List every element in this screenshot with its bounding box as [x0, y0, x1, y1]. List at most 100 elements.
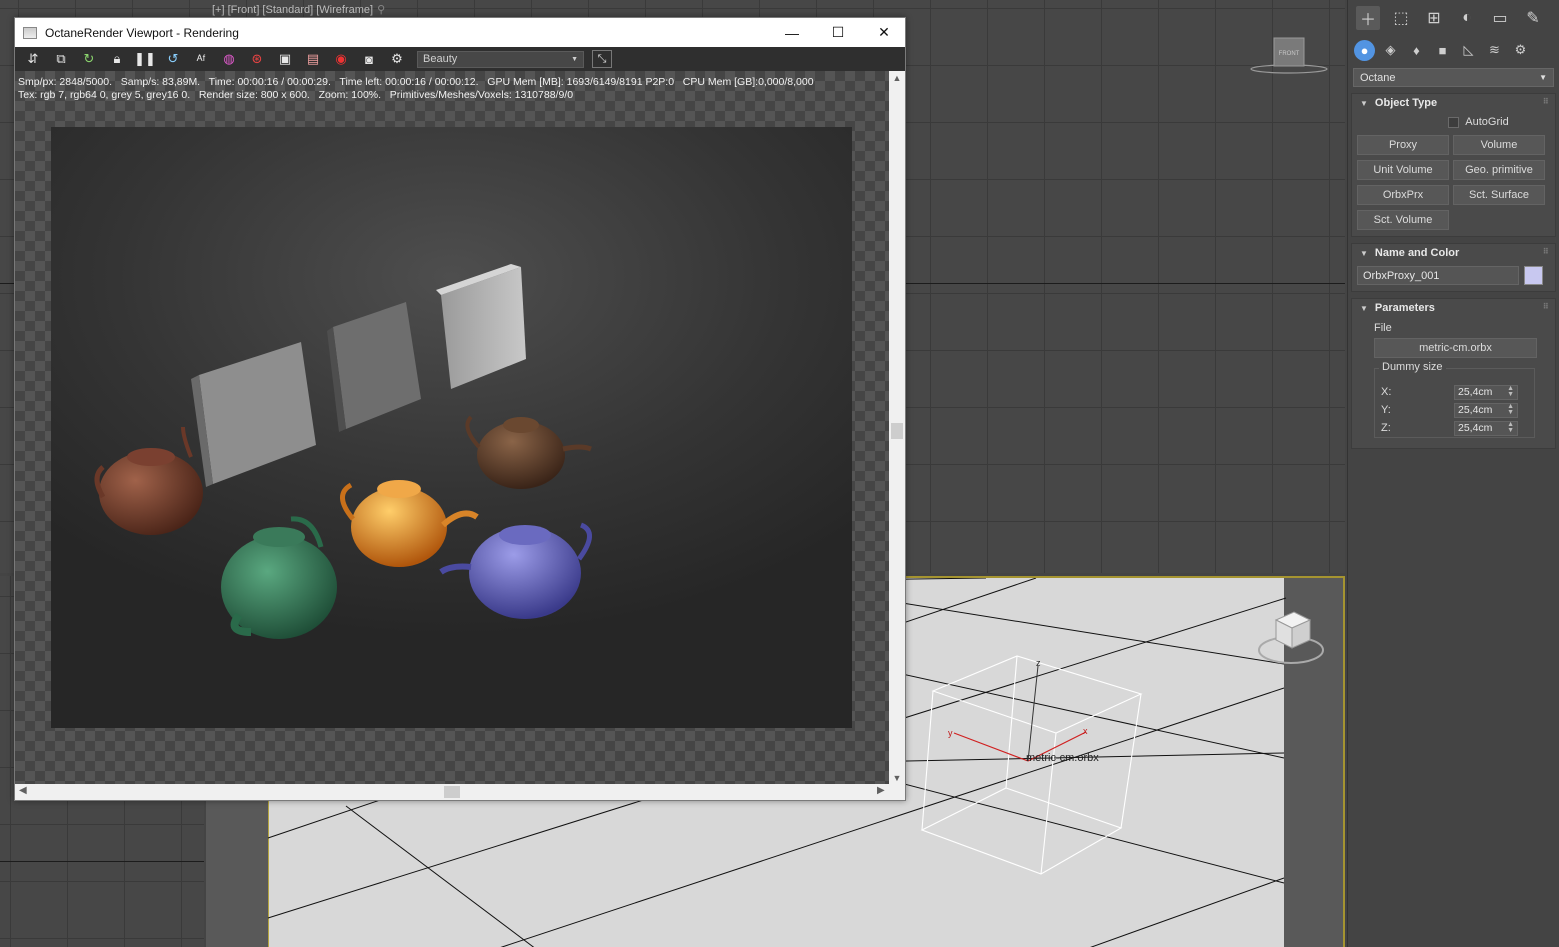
render-pass-select[interactable]: Beauty ▼ — [417, 50, 584, 68]
dummy-size-group: Dummy size X: 25,4cm ▲ ▼ Y: 25,4cm ▲ ▼ Z: 25… — [1374, 361, 1535, 438]
collapse-triangle-icon: ▼ — [1360, 98, 1368, 108]
camera-icon[interactable]: ◙ — [355, 48, 383, 70]
sct-volume-button[interactable]: Sct. Volume — [1357, 210, 1449, 230]
spinner-arrows-icon[interactable]: ▲ ▼ — [1507, 403, 1514, 416]
dummy-size-title: Dummy size — [1379, 361, 1446, 373]
rendered-image — [51, 127, 852, 728]
orbxprx-button[interactable]: OrbxPrx — [1357, 185, 1449, 205]
rendered-scene — [94, 264, 592, 639]
world-axis-horizontal — [0, 861, 204, 862]
axis-label-x: x — [1083, 726, 1088, 736]
geo-primitive-button[interactable]: Geo. primitive — [1453, 160, 1545, 180]
command-panel-tabs: ＋ ⬚ ⊞ ◐ ▭ ✎ — [1348, 0, 1559, 36]
chevron-down-icon: ▼ — [1539, 73, 1547, 82]
pivot-gizmo: y x z — [948, 658, 1088, 762]
viewport-label[interactable]: [+] [Front] [Standard] [Wireframe] ⚲ — [212, 3, 385, 16]
scroll-down-arrow-icon[interactable]: ▼ — [889, 773, 905, 783]
space-warps-icon[interactable]: ≋ — [1484, 40, 1505, 61]
tile-panels — [191, 264, 526, 487]
render-statistics: Smp/px: 2848/5000. Samp/s: 83,89M. Time:… — [18, 76, 814, 101]
unit-volume-button[interactable]: Unit Volume — [1357, 160, 1449, 180]
drag-handle-icon[interactable]: ⠿ — [1543, 97, 1549, 106]
render-toolbar: ⇵ ⧉ ↻ 🔒︎ ❚❚ ↺ ᴬᶠ ◍ ⊛ ▣ ▤ ◉ ◙ ⚙ Beauty ▼ … — [15, 47, 905, 71]
send-scene-icon[interactable]: ⇵ — [19, 48, 47, 70]
scroll-left-arrow-icon[interactable]: ◀ — [19, 785, 27, 796]
lights-bulb-icon[interactable]: ♦ — [1406, 40, 1427, 61]
file-select-button[interactable]: metric-cm.orbx — [1374, 338, 1537, 358]
viewcube-face-label: FRONT — [1279, 51, 1300, 57]
settings-gear-icon[interactable]: ⚙ — [383, 48, 411, 70]
restart-render-icon[interactable]: ↻ — [75, 48, 103, 70]
object-name-input[interactable]: OrbxProxy_001 — [1357, 266, 1519, 285]
create-tab-plus-icon[interactable]: ＋ — [1356, 6, 1380, 30]
drag-handle-icon[interactable]: ⠿ — [1543, 302, 1549, 311]
axis-label-z: z — [1036, 658, 1041, 668]
dummy-z-spinner[interactable]: 25,4cm ▲ ▼ — [1454, 420, 1518, 436]
autogrid-checkbox[interactable] — [1448, 116, 1460, 128]
pause-icon[interactable]: ❚❚ — [131, 48, 159, 70]
region-render-icon[interactable]: ▣ — [271, 48, 299, 70]
clay-mode-icon[interactable]: ◉ — [327, 48, 355, 70]
category-dropdown[interactable]: Octane ▼ — [1353, 68, 1554, 87]
spinner-arrows-icon[interactable]: ▲ ▼ — [1507, 421, 1514, 434]
af-focus-icon[interactable]: ᴬᶠ — [187, 48, 215, 70]
render-window-titlebar[interactable]: OctaneRender Viewport - Rendering — ☐ ✕ — [15, 18, 905, 47]
utilities-tab-wrench-icon[interactable]: ✎ — [1521, 6, 1545, 30]
material-picker-icon[interactable]: ⊛ — [243, 48, 271, 70]
dummy-x-spinner[interactable]: 25,4cm ▲ ▼ — [1454, 384, 1518, 400]
teapots — [94, 415, 592, 639]
horizontal-scroll-thumb[interactable] — [444, 786, 460, 798]
volume-button[interactable]: Volume — [1453, 135, 1545, 155]
horizontal-scrollbar[interactable]: ◀ ▶ — [15, 784, 890, 800]
systems-gears-icon[interactable]: ⚙ — [1510, 40, 1531, 61]
viewcube[interactable]: FRONT — [1250, 36, 1328, 76]
axis-label-y: y — [948, 728, 953, 738]
octane-render-window[interactable]: OctaneRender Viewport - Rendering — ☐ ✕ … — [14, 17, 906, 801]
collapse-triangle-icon: ▼ — [1360, 303, 1368, 313]
fit-view-icon[interactable]: ⤡ — [592, 50, 612, 68]
shapes-icon[interactable]: ◈ — [1380, 40, 1401, 61]
proxy-object-label: metric-cm.orbx — [1026, 752, 1099, 764]
vertical-scroll-thumb[interactable] — [891, 423, 903, 439]
geometry-sphere-icon[interactable]: ● — [1354, 39, 1375, 61]
window-title: OctaneRender Viewport - Rendering — [45, 25, 239, 40]
modify-tab-icon[interactable]: ⬚ — [1389, 6, 1413, 30]
autogrid-row: AutoGrid — [1352, 112, 1555, 132]
object-type-header[interactable]: ▼ Object Type ⠿ — [1352, 94, 1555, 112]
lock-icon[interactable]: 🔒︎ — [103, 48, 131, 70]
object-color-swatch[interactable] — [1524, 266, 1543, 285]
motion-tab-icon[interactable]: ◐ — [1455, 6, 1479, 30]
name-and-color-rollout: ▼ Name and Color ⠿ OrbxProxy_001 — [1351, 243, 1556, 292]
filter-icon[interactable]: ⚲ — [377, 4, 385, 16]
viewcube[interactable] — [1256, 608, 1326, 672]
proxy-dummy-box — [920, 655, 1143, 875]
drag-handle-icon[interactable]: ⠿ — [1543, 247, 1549, 256]
file-label: File — [1374, 322, 1392, 334]
sct-surface-button[interactable]: Sct. Surface — [1453, 185, 1545, 205]
name-and-color-header[interactable]: ▼ Name and Color ⠿ — [1352, 244, 1555, 262]
scroll-right-arrow-icon[interactable]: ▶ — [877, 785, 885, 796]
maximize-button[interactable]: ☐ — [815, 18, 861, 47]
spinner-arrows-icon[interactable]: ▲ ▼ — [1507, 385, 1514, 398]
display-tab-icon[interactable]: ▭ — [1488, 6, 1512, 30]
name-row: OrbxProxy_001 — [1352, 262, 1555, 285]
object-type-buttons: Proxy Volume Unit Volume Geo. primitive … — [1352, 132, 1555, 230]
parameters-header[interactable]: ▼ Parameters ⠿ — [1352, 299, 1555, 317]
copy-image-icon[interactable]: ⧉ — [47, 48, 75, 70]
vertical-scrollbar[interactable]: ▲ ▼ — [889, 71, 905, 785]
film-region-icon[interactable]: ▤ — [299, 48, 327, 70]
cameras-icon[interactable]: ■ — [1432, 40, 1453, 61]
close-button[interactable]: ✕ — [861, 18, 907, 47]
color-picker-icon[interactable]: ◍ — [215, 48, 243, 70]
minimize-button[interactable]: — — [769, 18, 815, 47]
parameters-rollout: ▼ Parameters ⠿ File metric-cm.orbx Dummy… — [1351, 298, 1556, 449]
proxy-button[interactable]: Proxy — [1357, 135, 1449, 155]
dummy-y-spinner[interactable]: 25,4cm ▲ ▼ — [1454, 402, 1518, 418]
helpers-ruler-icon[interactable]: ◺ — [1458, 40, 1479, 61]
command-panel: ＋ ⬚ ⊞ ◐ ▭ ✎ ● ◈ ♦ ■ ◺ ≋ ⚙ Octane ▼ ▼ Obj… — [1347, 0, 1559, 947]
render-canvas[interactable]: Smp/px: 2848/5000. Samp/s: 83,89M. Time:… — [15, 71, 890, 785]
hierarchy-tab-icon[interactable]: ⊞ — [1422, 6, 1446, 30]
chevron-down-icon: ▼ — [571, 55, 578, 63]
refresh-icon[interactable]: ↺ — [159, 48, 187, 70]
scroll-up-arrow-icon[interactable]: ▲ — [889, 73, 905, 83]
